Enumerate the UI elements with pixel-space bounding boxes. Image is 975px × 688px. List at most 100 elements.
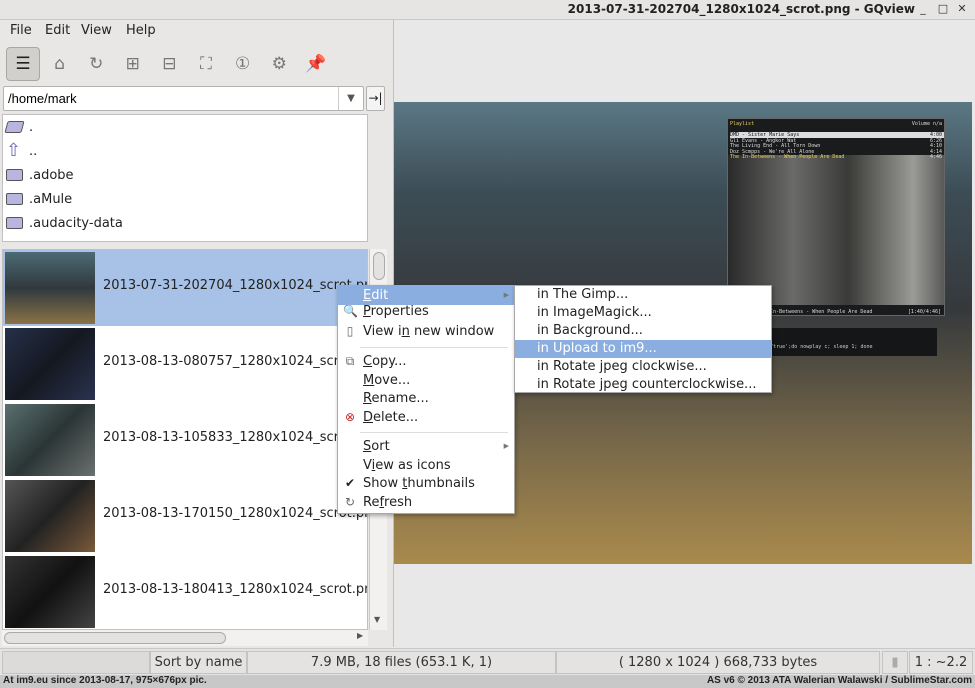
album-art [728,155,944,305]
write-lock-icon: ▮ [882,651,908,674]
status-bar: Sort by name 7.9 MB, 18 files (653.1 K, … [0,648,975,675]
thumbnail [5,328,95,400]
toolbar: ☰ ⌂ ↻ ⊞ ⊟ ⛶ ① ⚙ 📌 [0,44,390,84]
menu-bar: File Edit View Help [0,20,390,42]
file-row[interactable]: 2013-08-13-080757_1280x1024_scrot.png [3,326,367,402]
submenu-item[interactable]: in The Gimp... [515,286,771,304]
minimize-button[interactable]: _ [916,2,930,15]
file-name: 2013-08-13-170150_1280x1024_scrot.png [103,506,368,521]
menu-edit[interactable]: Edit [45,23,70,38]
file-row[interactable]: 2013-08-13-105833_1280x1024_scrot.png [3,402,368,478]
dir-item[interactable]: . [4,115,34,139]
dir-name: .aMule [29,191,73,207]
play-time: [1:40/4:46] [907,309,941,315]
path-go-button[interactable]: →| [366,86,385,111]
menu-item-label: View in new window [363,324,495,339]
close-button[interactable]: ✕ [955,2,969,15]
submenu-item[interactable]: in Rotate jpeg counterclockwise... [515,376,771,394]
menu-help[interactable]: Help [126,23,156,38]
dir-name: .audacity-data [29,215,123,231]
track-title: The In-Betweens - When People Are Dead [730,154,845,160]
menu-item-move[interactable]: Move... [338,371,514,390]
menu-item-label: Copy... [363,354,407,369]
menu-item-delete[interactable]: ⊗ Delete... [338,408,514,427]
scroll-right-arrow[interactable]: ▶ [357,631,363,640]
maximize-button[interactable]: □ [936,2,950,15]
fit-icon: ⛶ [200,54,212,74]
folder-icon [6,193,23,205]
delete-icon: ⊗ [344,410,356,425]
sort-button[interactable]: Sort by name [150,651,247,674]
dir-name: .adobe [29,167,74,183]
hscroll-thumb[interactable] [4,632,226,644]
float-button[interactable]: 📌 [299,47,333,81]
file-list: 2013-07-31-202704_1280x1024_scrot.png 201… [2,249,368,630]
zoom-status: 1 : ~2.2 [909,651,973,674]
menu-item-label: Refresh [363,494,413,510]
file-name: 2013-08-13-105833_1280x1024_scrot.png [103,430,368,445]
menu-item-properties[interactable]: 🔍 Properties [338,302,514,321]
thumbnail [5,556,95,628]
menu-item-label: Show thumbnails [363,476,475,492]
dir-item[interactable]: .audacity-data [6,211,123,235]
zoom-in-button[interactable]: ⊞ [116,47,150,81]
file-scroll-thumb[interactable] [373,252,385,280]
thumbnail [5,404,95,476]
window-title: 2013-07-31-202704_1280x1024_scrot.png - … [567,2,915,16]
watermark-right: AS v6 © 2013 ATA Walerian Walawski / Sub… [706,675,972,686]
file-row[interactable]: 2013-08-13-170150_1280x1024_scrot.png [3,478,368,554]
refresh-button[interactable]: ↻ [79,47,113,81]
menu-separator [360,347,508,348]
menu-view[interactable]: View [81,23,112,38]
file-name: 2013-07-31-202704_1280x1024_scrot.png [103,278,368,293]
menu-item-show-thumbnails[interactable]: ✔ Show thumbnails [338,474,514,493]
thumbnails-toggle-button[interactable]: ☰ [6,47,40,81]
zoom-1-1-button[interactable]: ① [226,47,260,81]
menu-item-sort[interactable]: Sort ▶ [338,437,514,456]
dir-item[interactable]: .adobe [6,163,74,187]
menu-item-label: Sort [363,438,390,454]
submenu-item[interactable]: in Background... [515,322,771,340]
dir-item[interactable]: .aMule [6,187,72,211]
submenu-item[interactable]: in ImageMagick... [515,304,771,322]
preferences-button[interactable]: ⚙ [262,47,296,81]
menu-item-refresh[interactable]: ↻ Refresh [338,493,514,512]
dir-item[interactable]: ⇧.. [6,139,37,163]
track-duration: 4:46 [929,154,942,160]
path-input[interactable] [3,86,364,111]
title-bar: 2013-07-31-202704_1280x1024_scrot.png - … [0,0,975,20]
horizontal-scrollbar[interactable]: ▶ [2,630,368,646]
menu-item-label: Properties [363,304,429,319]
menu-item-view-as-icons[interactable]: View as icons [338,456,514,475]
menu-item-copy[interactable]: ⧉ Copy... [338,352,514,371]
menu-item-label: View as icons [363,457,451,473]
file-row[interactable]: 2013-08-13-180413_1280x1024_scrot.png [3,554,367,629]
submenu-item[interactable]: in Upload to im9... [515,340,771,358]
copy-icon: ⧉ [345,354,355,368]
menu-item-rename[interactable]: Rename... [338,389,514,408]
submenu-item[interactable]: in Rotate jpeg clockwise... [515,358,771,376]
progress-area [2,651,150,674]
zoom-out-icon: ⊟ [162,54,177,74]
zoom-out-button[interactable]: ⊟ [152,47,186,81]
home-icon: ⌂ [54,54,65,74]
menu-file[interactable]: File [10,23,32,38]
list-icon: ☰ [15,54,31,74]
file-count-status: 7.9 MB, 18 files (653.1 K, 1) [247,651,556,674]
zoom-fit-button[interactable]: ⛶ [189,47,223,81]
menu-separator [360,431,508,433]
pane-splitter[interactable] [0,242,390,248]
folder-icon [6,217,23,229]
home-button[interactable]: ⌂ [43,47,77,81]
directory-list: . ⇧.. .adobe .aMule .audacity-data [2,114,368,242]
image-info-status: ( 1280 x 1024 ) 668,733 bytes [556,651,880,674]
player-volume: Volume n/a [911,121,942,127]
file-row[interactable]: 2013-07-31-202704_1280x1024_scrot.png [3,250,368,326]
refresh-icon: ↻ [344,494,356,509]
menu-item-view-in-new-window[interactable]: ▯ View in new window [338,322,514,341]
context-menu: Edit ▶ 🔍 Properties ▯ View in new window ⧉ Copy… [337,285,515,514]
dir-name: . [29,119,34,135]
scroll-down-arrow[interactable]: ▼ [374,615,380,624]
up-arrow-icon: ⇧ [6,140,22,161]
path-dropdown-button[interactable]: ▼ [338,87,363,110]
